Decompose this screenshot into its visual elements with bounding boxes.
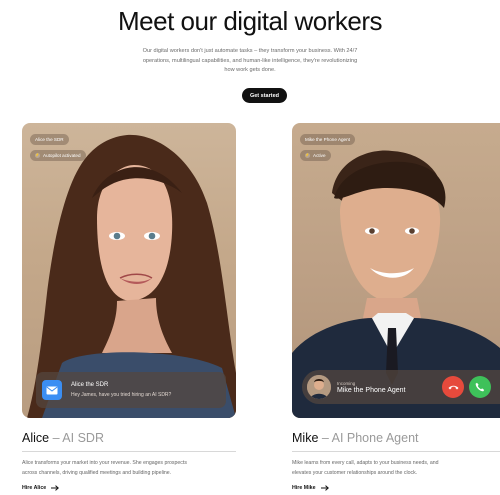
message-title: Alice the SDR xyxy=(71,382,109,388)
alice-heading: Alice – AI SDR xyxy=(22,431,104,445)
mike-status-chip: ⚡ Active xyxy=(300,150,331,161)
alice-role: – AI SDR xyxy=(49,431,104,445)
divider xyxy=(22,451,236,452)
avatar xyxy=(307,375,331,399)
hero-subtitle-line: Our digital workers don't just automate … xyxy=(142,48,358,54)
alice-status-label: Autopilot activated xyxy=(43,153,81,158)
bolt-icon: ⚡ xyxy=(305,153,310,158)
mike-card[interactable]: Mike the Phone Agent ⚡ Active Incoming M… xyxy=(292,123,500,418)
hire-mike-label: Hire Mike xyxy=(292,485,316,491)
page-title: Meet our digital workers xyxy=(118,6,383,36)
decline-call-button[interactable] xyxy=(442,376,464,398)
alice-name-chip: Alice the SDR xyxy=(30,134,69,145)
phone-accept-icon xyxy=(475,382,485,392)
caller-name: Mike the Phone Agent xyxy=(337,386,406,394)
arrow-right-icon xyxy=(51,485,60,491)
alice-description: Alice transforms your market into your r… xyxy=(22,459,252,479)
alice-name: Alice xyxy=(22,431,50,445)
hire-alice-label: Hire Alice xyxy=(22,485,47,491)
hero-subtitle-line: how work gets done. xyxy=(224,67,276,73)
hero-subtitle: Our digital workers don't just automate … xyxy=(128,47,372,76)
alice-description-line: Alice transforms your market into your r… xyxy=(22,460,187,466)
mike-name-chip: Mike the Phone Agent xyxy=(300,134,355,145)
get-started-button[interactable]: Get started xyxy=(242,88,287,103)
alice-description-line: across channels, driving qualified meeti… xyxy=(22,469,172,476)
hire-alice-link[interactable]: Hire Alice xyxy=(22,485,60,491)
message-body: Hey James, have you tried hiring an AI S… xyxy=(71,392,172,398)
mike-status-label: Active xyxy=(313,153,326,158)
mike-description-line: elevates your customer relationships aro… xyxy=(292,469,418,476)
bolt-icon: ⚡ xyxy=(35,153,40,158)
incoming-call-card[interactable]: Incoming Mike the Phone Agent xyxy=(302,370,500,404)
arrow-right-icon xyxy=(320,485,329,491)
hero-subtitle-line: operations, multilingual capabilities, a… xyxy=(142,57,358,64)
incoming-label: Incoming xyxy=(337,380,356,386)
mike-description: Mike learns from every call, adapts to y… xyxy=(292,459,500,479)
mail-icon xyxy=(42,380,62,400)
hire-mike-link[interactable]: Hire Mike xyxy=(292,485,329,491)
alice-message-card[interactable]: Alice the SDR Hey James, have you tried … xyxy=(36,372,226,408)
accept-call-button[interactable] xyxy=(469,376,491,398)
alice-card[interactable]: Alice the SDR ⚡ Autopilot activated Alic… xyxy=(22,123,236,418)
phone-decline-icon xyxy=(448,385,458,390)
divider xyxy=(292,451,500,452)
mike-name: Mike xyxy=(292,431,319,445)
mike-role: – AI Phone Agent xyxy=(318,431,419,445)
alice-status-chip: ⚡ Autopilot activated xyxy=(30,150,86,161)
mike-description-line: Mike learns from every call, adapts to y… xyxy=(292,460,439,466)
mike-heading: Mike – AI Phone Agent xyxy=(292,431,419,445)
